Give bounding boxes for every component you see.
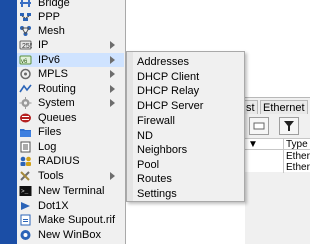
submenu-arrow-icon [110, 56, 115, 64]
menu-item-label: Tools [38, 170, 64, 182]
submenu-item-dhcp-server[interactable]: DHCP Server [137, 99, 242, 113]
menu-item-new-winbox[interactable]: New WinBox [17, 228, 124, 242]
log-icon [19, 141, 32, 153]
menu-item-ip[interactable]: 255 IP [17, 38, 124, 52]
menu-item-label: Bridge [38, 0, 70, 9]
terminal-icon: >_ [19, 185, 32, 197]
tab-strip: st Ethernet [243, 100, 310, 114]
filter-icon [284, 121, 294, 131]
menu-item-label: Make Supout.rif [38, 214, 116, 226]
svg-text:v6: v6 [21, 59, 28, 65]
type-column-header[interactable]: Type [286, 139, 308, 150]
menu-item-label: RADIUS [38, 155, 80, 167]
menu-item-mesh[interactable]: Mesh [17, 24, 124, 38]
supout-icon [19, 214, 32, 226]
menu-item-queues[interactable]: Queues [17, 111, 124, 125]
tools-icon [19, 170, 32, 182]
filter-button[interactable] [279, 117, 299, 135]
menu-item-label: IP [38, 39, 49, 51]
ipv6-icon: v6 [19, 54, 32, 66]
submenu-arrow-icon [110, 172, 115, 180]
svg-text:255: 255 [22, 43, 32, 50]
ipv6-submenu: Addresses DHCP Client DHCP Relay DHCP Se… [126, 51, 245, 202]
menu-item-bridge[interactable]: Bridge [17, 0, 124, 10]
menu-item-label: Mesh [38, 25, 65, 37]
mpls-icon [19, 68, 32, 80]
submenu-item-dhcp-relay[interactable]: DHCP Relay [137, 84, 242, 98]
type-cell: Ether [286, 162, 310, 173]
menu-item-radius[interactable]: RADIUS [17, 154, 124, 168]
ip-icon: 255 [19, 39, 32, 51]
system-gear-icon [19, 97, 32, 109]
submenu-item-firewall[interactable]: Firewall [137, 114, 242, 128]
column-divider [283, 139, 284, 173]
menu-item-routing[interactable]: Routing [17, 82, 124, 96]
submenu-arrow-icon [110, 85, 115, 93]
interface-table: ▼ Type Ether Ether [245, 138, 310, 173]
menu-item-ipv6[interactable]: v6 IPv6 [17, 53, 124, 67]
radius-icon [19, 155, 32, 167]
menu-item-label: PPP [38, 11, 61, 23]
winbox-icon [19, 229, 32, 241]
submenu-item-nd[interactable]: ND [137, 129, 242, 143]
table-row[interactable]: Ether [245, 162, 310, 173]
routing-icon [19, 83, 32, 95]
menu-item-log[interactable]: Log [17, 140, 124, 154]
menu-item-label: System [38, 97, 75, 109]
menu-item-mpls[interactable]: MPLS [17, 67, 124, 81]
menu-item-label: IPv6 [38, 54, 61, 66]
svg-text:>_: >_ [21, 188, 29, 195]
comment-button[interactable] [249, 117, 269, 135]
comment-icon [253, 122, 265, 130]
menu-item-files[interactable]: Files [17, 125, 124, 139]
menu-item-ppp[interactable]: PPP [17, 10, 124, 24]
menu-item-label: Files [38, 126, 62, 138]
table-row[interactable]: Ether [245, 151, 310, 162]
submenu-item-pool[interactable]: Pool [137, 158, 242, 172]
background-window: st Ethernet ▼ Type Ether Ether [243, 97, 310, 244]
menu-item-label: Queues [38, 112, 77, 124]
menu-item-new-terminal[interactable]: >_ New Terminal [17, 184, 124, 198]
menu-item-system[interactable]: System [17, 96, 124, 110]
submenu-arrow-icon [110, 41, 115, 49]
tab-st[interactable]: st [243, 100, 258, 114]
queues-icon [19, 112, 32, 124]
submenu-gutter [127, 52, 133, 201]
submenu-item-settings[interactable]: Settings [137, 187, 242, 201]
submenu-item-addresses[interactable]: Addresses [137, 55, 242, 69]
menu-item-label: MPLS [38, 68, 68, 80]
left-brand-strip [0, 0, 17, 244]
menu-item-label: Log [38, 141, 57, 153]
bridge-icon [19, 0, 32, 9]
window-toolbar [245, 116, 310, 136]
mesh-icon [19, 25, 32, 37]
dot1x-icon [19, 200, 32, 212]
menu-item-tools[interactable]: Tools [17, 169, 124, 183]
submenu-item-routes[interactable]: Routes [137, 172, 242, 186]
table-header: ▼ Type [245, 139, 310, 150]
checkbox-column-header: ▼ [248, 139, 258, 150]
submenu-arrow-icon [110, 70, 115, 78]
tab-ethernet[interactable]: Ethernet [260, 100, 308, 114]
main-menu: Bridge PPP Mesh 255 IP v6 IPv6 MPLS Rout… [17, 0, 126, 244]
menu-item-label: Routing [38, 83, 76, 95]
submenu-item-dhcp-client[interactable]: DHCP Client [137, 70, 242, 84]
menu-item-label: Dot1X [38, 200, 69, 212]
files-icon [19, 126, 32, 138]
ppp-icon [19, 11, 32, 23]
menu-item-label: New WinBox [38, 229, 101, 241]
type-cell: Ether [286, 151, 310, 162]
submenu-arrow-icon [110, 99, 115, 107]
menu-item-label: New Terminal [38, 185, 105, 197]
menu-item-dot1x[interactable]: Dot1X [17, 199, 124, 213]
menu-item-make-supout[interactable]: Make Supout.rif [17, 213, 124, 227]
submenu-item-neighbors[interactable]: Neighbors [137, 143, 242, 157]
